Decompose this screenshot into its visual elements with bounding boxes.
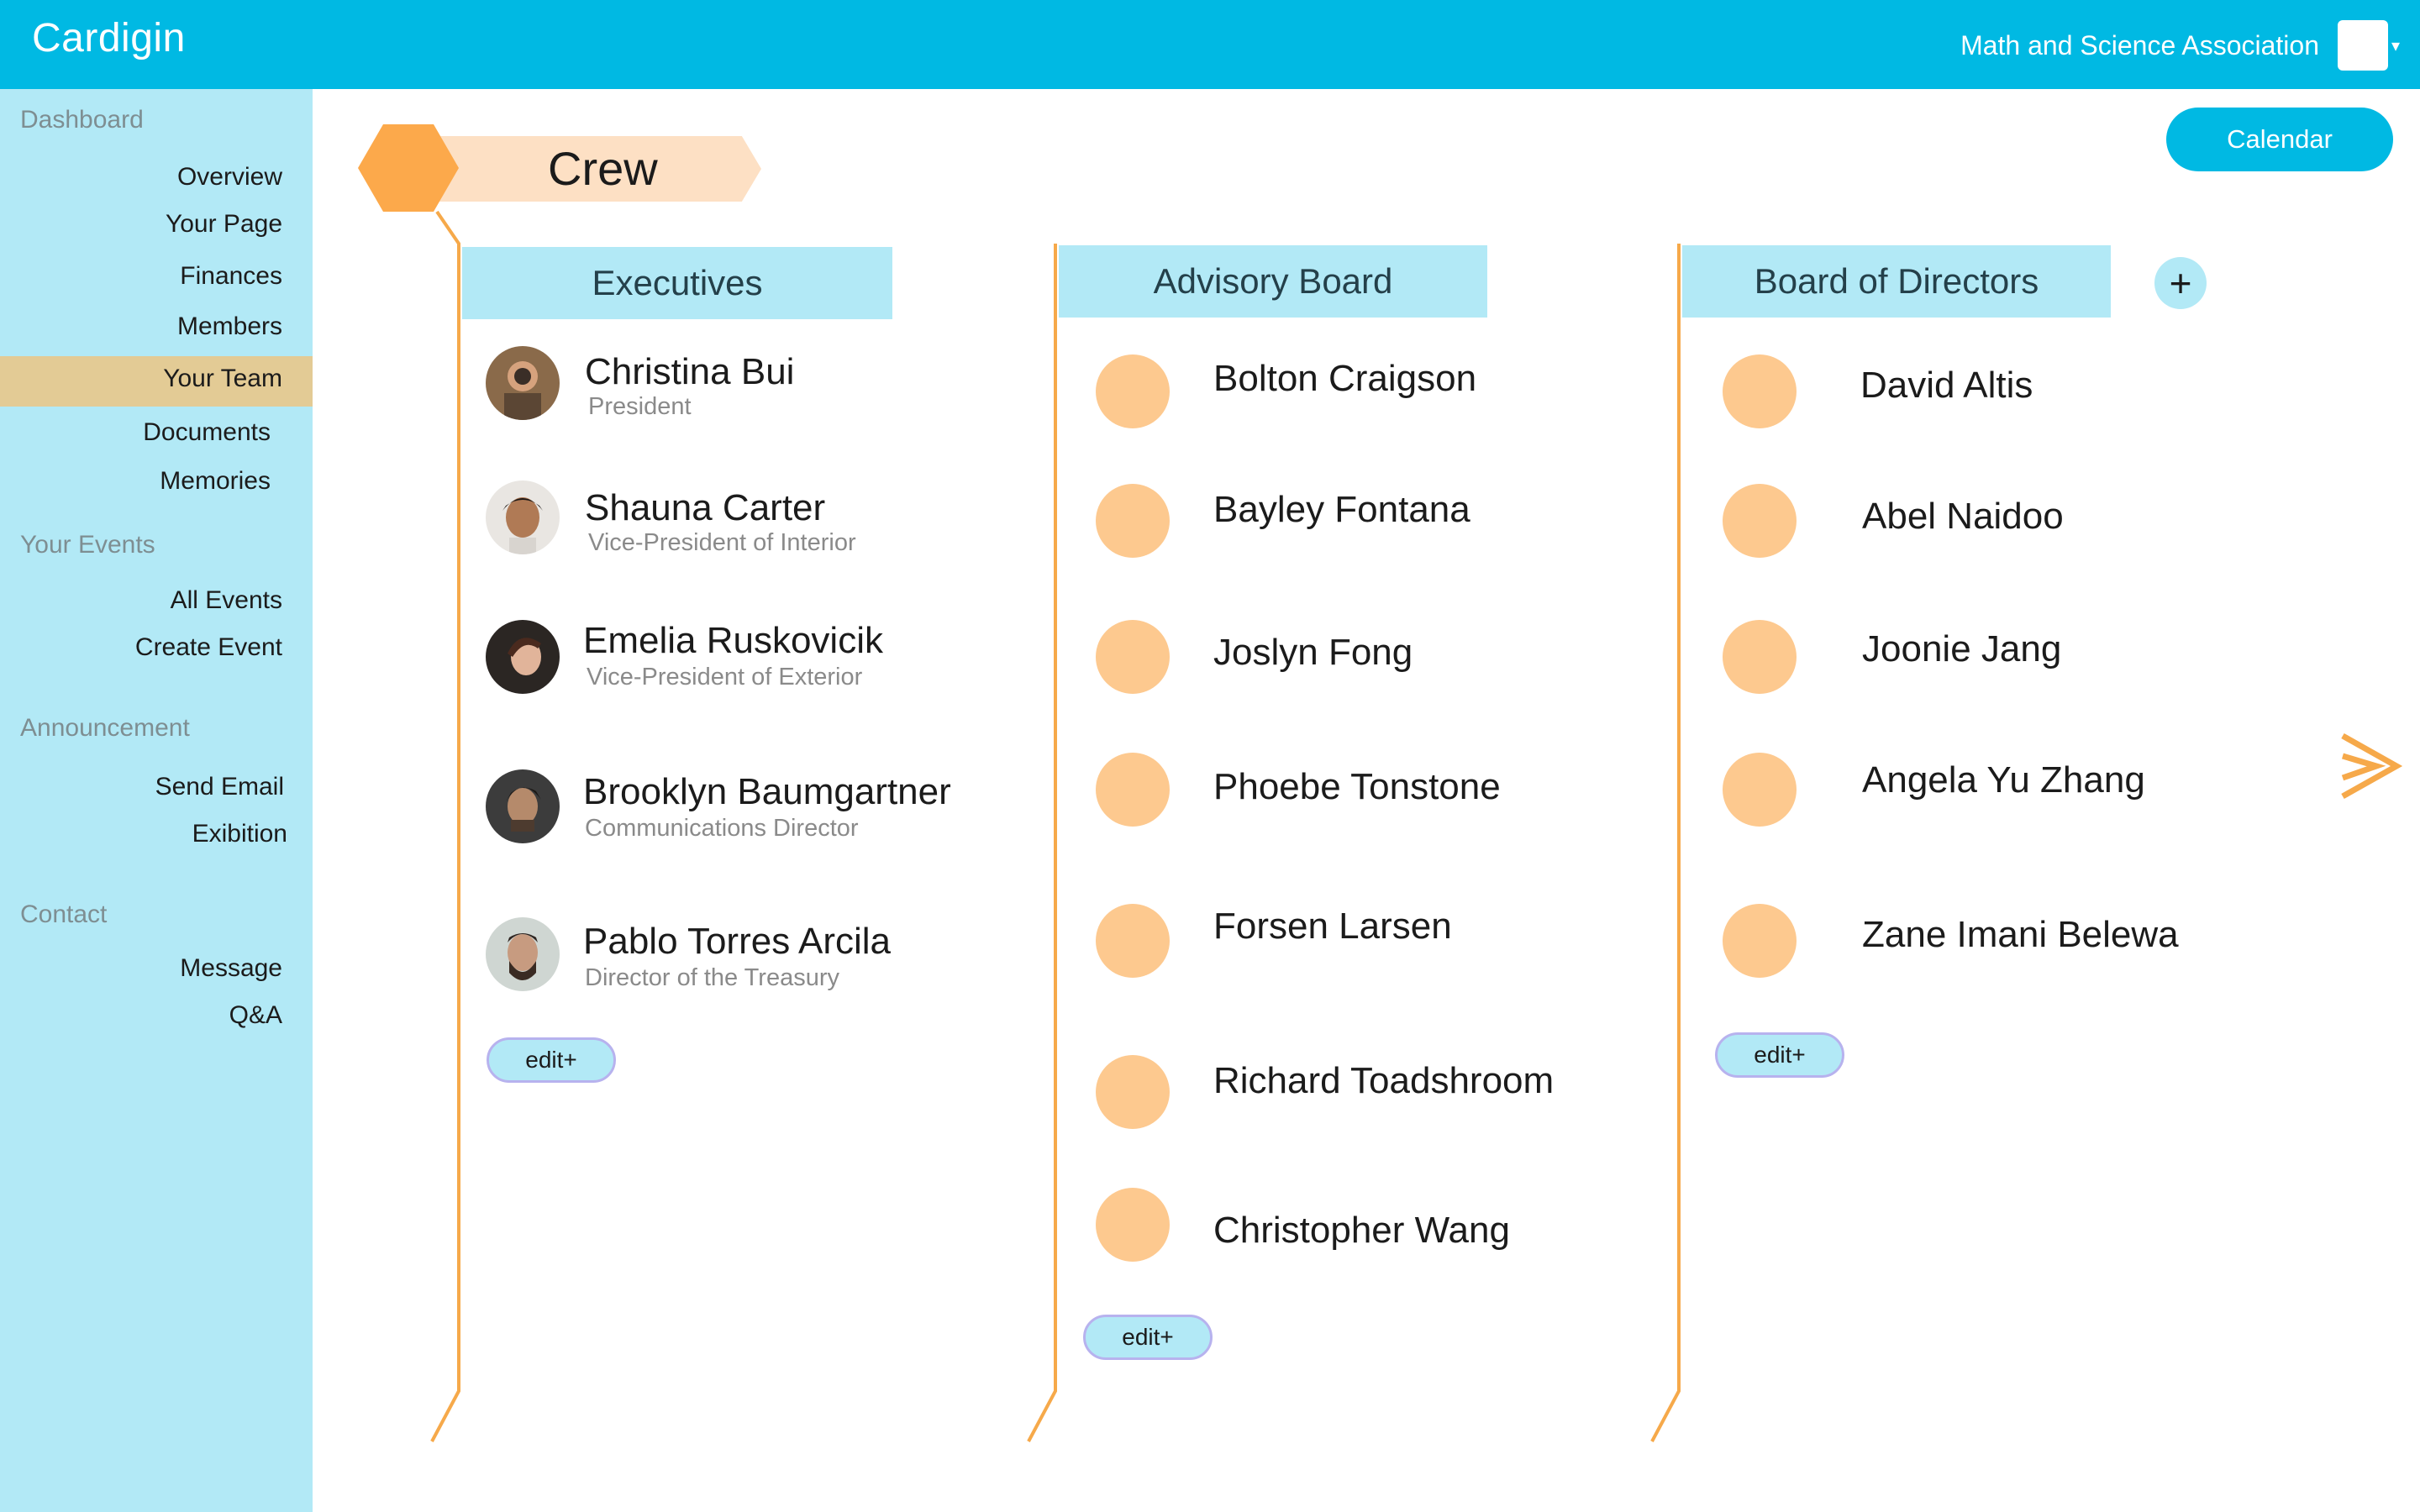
double-chevron-right-icon[interactable] (2338, 731, 2405, 801)
add-column-button[interactable]: + (2154, 257, 2207, 309)
avatar[interactable] (1723, 753, 1797, 827)
member-name[interactable]: David Altis (1860, 365, 2033, 407)
avatar[interactable] (486, 769, 560, 843)
member-name[interactable]: Christopher Wang (1213, 1210, 1510, 1252)
edit-advisory-board-button[interactable]: edit+ (1083, 1315, 1213, 1360)
column-header-board-of-directors: Board of Directors (1682, 245, 2111, 318)
avatar[interactable] (1096, 1188, 1170, 1262)
member-name[interactable]: Forsen Larsen (1213, 906, 1452, 948)
avatar[interactable] (1096, 484, 1170, 558)
avatar[interactable] (1096, 354, 1170, 428)
column-header-advisory-board: Advisory Board (1059, 245, 1487, 318)
member-name[interactable]: Pablo Torres Arcila (583, 921, 891, 963)
member-role: Vice-President of Exterior (587, 664, 863, 690)
avatar[interactable] (1096, 1055, 1170, 1129)
member-role: Communications Director (585, 815, 859, 842)
column-header-executives: Executives (462, 247, 892, 319)
member-name[interactable]: Brooklyn Baumgartner (583, 771, 951, 813)
avatar[interactable] (1723, 620, 1797, 694)
avatar[interactable] (1723, 484, 1797, 558)
member-role: Director of the Treasury (585, 964, 839, 991)
edit-board-of-directors-button[interactable]: edit+ (1715, 1032, 1844, 1078)
member-name[interactable]: Zane Imani Belewa (1862, 914, 2179, 956)
avatar[interactable] (1723, 354, 1797, 428)
edit-executives-button[interactable]: edit+ (487, 1037, 616, 1083)
avatar[interactable] (1096, 904, 1170, 978)
member-name[interactable]: Joonie Jang (1862, 628, 2061, 670)
avatar[interactable] (486, 620, 560, 694)
member-role: Vice-President of Interior (588, 529, 856, 556)
member-name[interactable]: Richard Toadshroom (1213, 1060, 1554, 1102)
avatar[interactable] (486, 346, 560, 420)
member-name[interactable]: Shauna Carter (585, 487, 825, 529)
timeline-lines (430, 210, 1681, 1442)
avatar[interactable] (486, 480, 560, 554)
member-name[interactable]: Christina Bui (585, 351, 794, 393)
member-name[interactable]: Joslyn Fong (1213, 632, 1413, 674)
member-name[interactable]: Bolton Craigson (1213, 358, 1476, 400)
member-name[interactable]: Bayley Fontana (1213, 489, 1470, 531)
member-name[interactable]: Emelia Ruskovicik (583, 620, 883, 662)
member-role: President (588, 393, 692, 420)
member-name[interactable]: Angela Yu Zhang (1862, 759, 2145, 801)
member-name[interactable]: Phoebe Tonstone (1213, 766, 1501, 808)
avatar[interactable] (1096, 620, 1170, 694)
avatar[interactable] (1096, 753, 1170, 827)
avatar[interactable] (486, 917, 560, 991)
member-name[interactable]: Abel Naidoo (1862, 496, 2064, 538)
avatar[interactable] (1723, 904, 1797, 978)
